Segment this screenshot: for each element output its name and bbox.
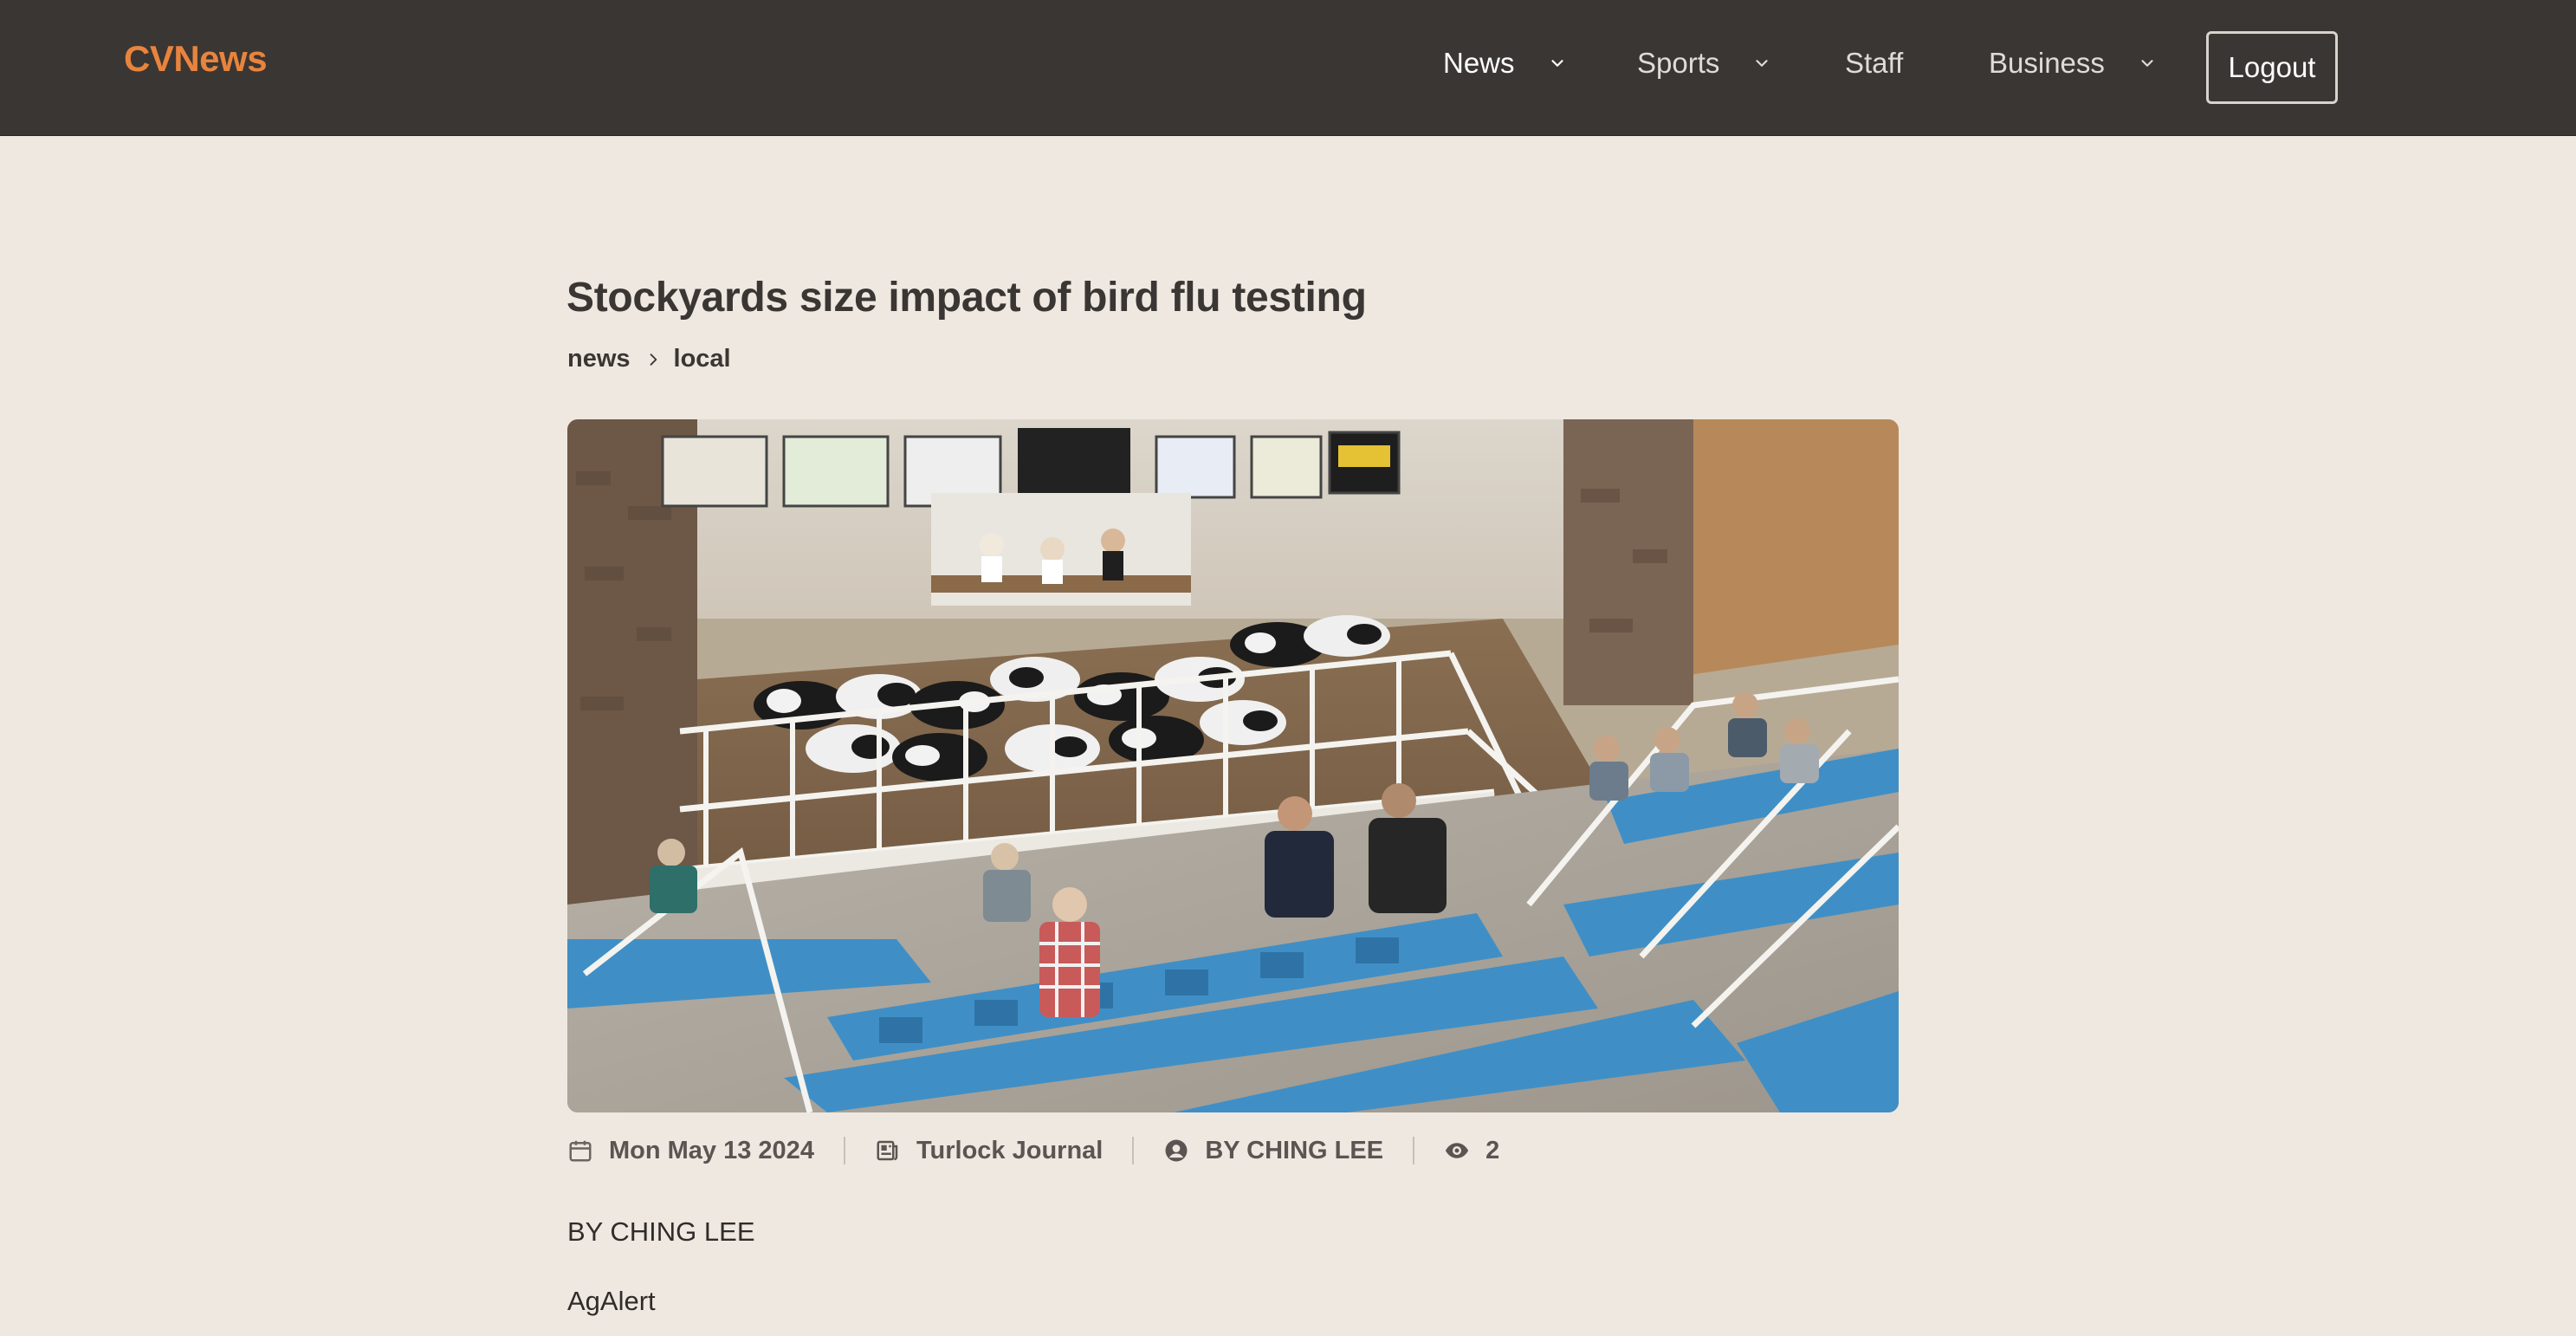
nav-item-label: Sports — [1637, 47, 1720, 79]
nav-item-staff[interactable]: Staff — [1845, 47, 1903, 80]
meta-divider — [1132, 1137, 1135, 1164]
meta-divider — [1413, 1137, 1415, 1164]
top-navbar: CVNews News Sports Staff Business Logout — [0, 0, 2576, 136]
meta-author-text: BY CHING LEE — [1205, 1136, 1384, 1164]
meta-views: 2 — [1444, 1137, 1499, 1165]
article-paragraph: BY CHING LEE — [567, 1216, 755, 1247]
breadcrumb-item-local[interactable]: local — [674, 345, 731, 373]
nav-item-business[interactable]: Business — [1989, 47, 2157, 80]
breadcrumb: news local — [567, 345, 731, 373]
article-title: Stockyards size impact of bird flu testi… — [566, 275, 1367, 321]
chevron-right-icon — [650, 353, 657, 366]
chevron-down-icon — [2141, 60, 2153, 67]
nav-item-sports[interactable]: Sports — [1637, 47, 1771, 80]
hero-image-graphic — [567, 419, 1899, 1112]
meta-source: Turlock Journal — [875, 1137, 1103, 1165]
nav-item-news[interactable]: News — [1443, 47, 1567, 80]
brand-logo[interactable]: CVNews — [124, 38, 268, 80]
calendar-icon — [569, 1140, 592, 1162]
meta-date-text: Mon May 13 2024 — [609, 1136, 814, 1164]
meta-divider — [843, 1137, 845, 1164]
chevron-down-icon — [1550, 60, 1563, 67]
newspaper-icon — [877, 1140, 898, 1161]
breadcrumb-item-news[interactable]: news — [567, 345, 631, 373]
eye-icon — [1445, 1143, 1469, 1158]
article-meta: Mon May 13 2024 Turlock Journal BY CHING… — [567, 1132, 1499, 1170]
user-circle-icon — [1165, 1139, 1188, 1162]
meta-source-text: Turlock Journal — [916, 1136, 1104, 1164]
meta-date: Mon May 13 2024 — [567, 1137, 814, 1165]
meta-author: BY CHING LEE — [1163, 1137, 1383, 1165]
chevron-down-icon — [1756, 60, 1768, 67]
article-hero-image — [567, 419, 1899, 1112]
article-paragraph: AgAlert — [567, 1286, 656, 1316]
meta-views-count: 2 — [1485, 1136, 1500, 1164]
nav-item-label: Business — [1989, 47, 2105, 79]
nav-item-label: Staff — [1845, 47, 1904, 79]
logout-button[interactable]: Logout — [2206, 31, 2338, 104]
nav-item-label: News — [1443, 47, 1515, 79]
